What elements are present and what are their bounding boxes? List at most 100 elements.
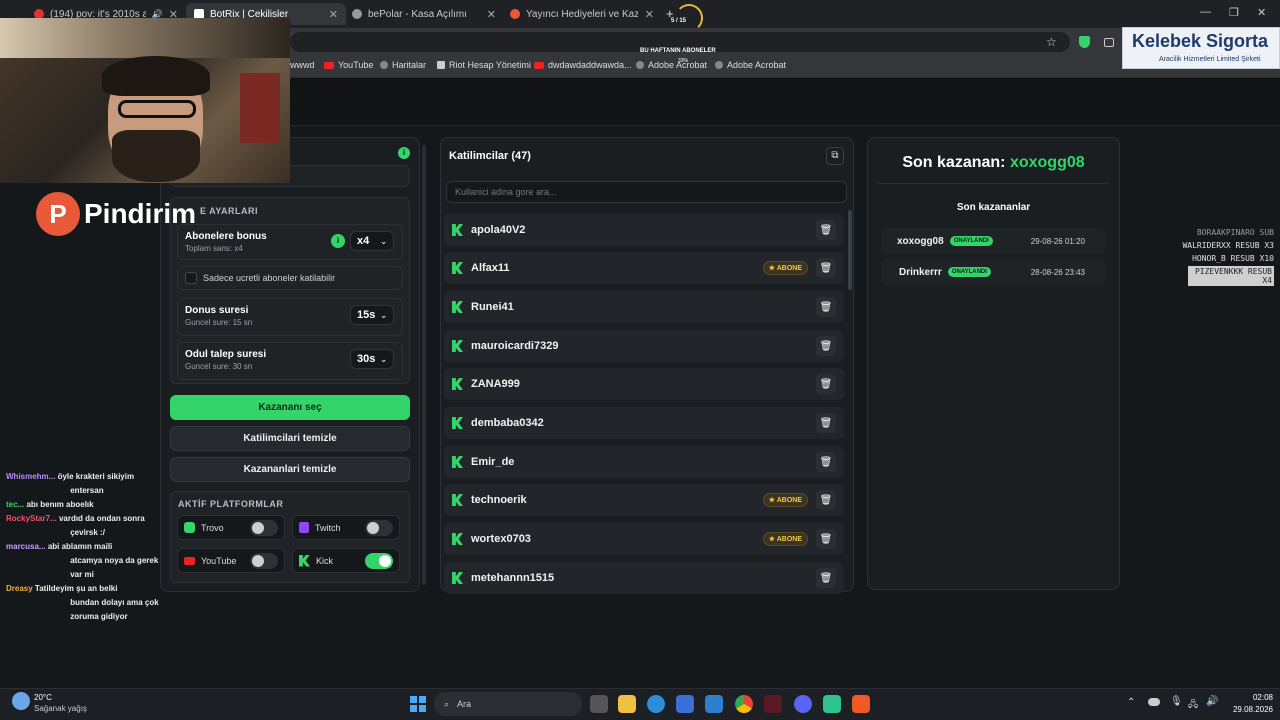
winner-row: Drinkerrr ONAYLANDI 28-08-26 23:43 — [881, 259, 1105, 285]
weather-temp: 20°C — [34, 693, 52, 702]
kick-toggle[interactable] — [365, 552, 393, 569]
cloud-icon[interactable] — [1148, 698, 1160, 706]
bookmark-label: YouTube — [338, 60, 374, 70]
clear-participants-button[interactable]: Katilimcilari temizle — [170, 426, 410, 451]
chat-username[interactable]: marcusa... — [6, 541, 46, 552]
pindirim-logo-mark: P — [36, 192, 80, 236]
pindirim-logo-text: Pindirim — [84, 198, 197, 229]
trash-icon[interactable]: 🗑 — [816, 297, 836, 317]
bookmark[interactable]: Haritalar — [380, 60, 426, 70]
file-explorer-icon[interactable] — [618, 695, 636, 713]
sponsor-title: Kelebek Sigorta — [1132, 31, 1269, 51]
bonus-select[interactable]: x4 ⌄ — [350, 231, 394, 251]
participant-row: Runei41 🗑 — [444, 291, 844, 323]
volume-icon[interactable]: 🔊 — [1206, 696, 1218, 707]
windows-start-icon[interactable] — [410, 696, 426, 712]
app-icon[interactable] — [823, 695, 841, 713]
close-icon[interactable]: ✕ — [487, 8, 496, 21]
platform-trovo[interactable]: Trovo — [177, 515, 285, 540]
chat-message: Tatildeyim şu an belki — [34, 584, 118, 593]
trash-icon[interactable]: 🗑 — [816, 336, 836, 356]
twitch-toggle[interactable] — [365, 519, 393, 536]
chat-username[interactable]: Dreasy — [6, 583, 33, 594]
youtube-icon — [534, 61, 544, 69]
app-icon[interactable] — [764, 695, 782, 713]
trash-icon[interactable]: 🗑 — [816, 258, 836, 278]
brave-icon[interactable] — [852, 695, 870, 713]
bookmark[interactable]: Riot Hesap Yönetimi — [437, 60, 531, 70]
winner-name: Drinkerrr — [899, 266, 942, 278]
chrome-icon[interactable] — [735, 695, 753, 713]
bookmark[interactable]: dwdawdaddwawda... — [534, 60, 632, 70]
kick-icon — [452, 301, 463, 313]
paid-only-checkbox[interactable] — [185, 272, 197, 284]
paid-only-label: Sadece ucretli aboneler katilabilir — [203, 273, 336, 283]
chat-username[interactable]: Whismehm... — [6, 471, 55, 482]
platform-twitch[interactable]: Twitch — [292, 515, 400, 540]
duration-select[interactable]: 15s ⌄ — [350, 305, 394, 325]
section-title: E AYARLARI — [200, 206, 259, 216]
youtube-toggle[interactable] — [250, 552, 278, 569]
star-icon[interactable]: ☆ — [1046, 35, 1057, 49]
bookmark[interactable]: wwwd — [290, 60, 315, 70]
microphone-icon[interactable]: 🎙 — [1170, 696, 1183, 707]
bookmark[interactable]: Adobe Acrobat — [715, 60, 786, 70]
trash-icon[interactable]: 🗑 — [816, 413, 836, 433]
store-icon[interactable] — [676, 695, 694, 713]
bookmark[interactable]: Adobe Acrobat — [636, 60, 707, 70]
chevron-up-icon[interactable]: ⌃ — [1127, 697, 1135, 708]
edge-icon[interactable] — [647, 695, 665, 713]
abone-label: ABONE — [776, 536, 802, 543]
kick-icon — [452, 340, 463, 352]
browser-tab[interactable]: bePolar - Kasa Açılımı ✕ — [344, 3, 504, 25]
scrollbar[interactable] — [422, 145, 426, 585]
duration-sub: Guncel sure: 15 sn — [185, 318, 253, 327]
pick-winner-button[interactable]: Kazananı seç — [170, 395, 410, 420]
participant-search-input[interactable] — [446, 181, 847, 203]
trash-icon[interactable]: 🗑 — [816, 568, 836, 588]
bookmark[interactable]: YouTube — [324, 60, 373, 70]
trash-icon[interactable]: 🗑 — [816, 220, 836, 240]
sub-alert: WALRIDERXX RESUB X3 — [1182, 241, 1274, 250]
trovo-toggle[interactable] — [250, 519, 278, 536]
browser-tab[interactable]: Yayıncı Hediyeleri ve Kazananla ✕ — [502, 3, 662, 25]
kick-icon — [299, 554, 310, 567]
platform-kick[interactable]: Kick — [292, 548, 400, 573]
discord-icon[interactable] — [794, 695, 812, 713]
trash-icon[interactable]: 🗑 — [816, 529, 836, 549]
shield-icon[interactable] — [1079, 36, 1090, 48]
window-close-icon[interactable]: ✕ — [1257, 6, 1266, 19]
close-icon[interactable]: ✕ — [329, 8, 338, 21]
trash-icon[interactable]: 🗑 — [816, 490, 836, 510]
scrollbar-thumb[interactable] — [848, 210, 852, 290]
info-icon[interactable]: i — [331, 234, 345, 248]
chat-username[interactable]: tec... — [6, 499, 24, 510]
weather-icon[interactable] — [12, 692, 30, 710]
mail-icon[interactable] — [705, 695, 723, 713]
close-icon[interactable]: ✕ — [645, 8, 654, 21]
minimize-icon[interactable]: — — [1200, 6, 1211, 18]
participant-name: technoerik — [471, 494, 527, 506]
chat-message: abi ablamın maili — [47, 542, 113, 551]
globe-icon — [380, 61, 388, 69]
trash-icon[interactable]: 🗑 — [816, 452, 836, 472]
platform-youtube[interactable]: YouTube — [177, 548, 285, 573]
claim-select[interactable]: 30s ⌄ — [350, 349, 394, 369]
extension-icon[interactable] — [1104, 38, 1114, 47]
chevron-down-icon: ⌄ — [380, 310, 387, 320]
network-icon[interactable]: 🖧 — [1188, 697, 1198, 713]
chat-username[interactable]: RockyStar7... — [6, 513, 57, 524]
maximize-icon[interactable]: ❐ — [1229, 6, 1239, 19]
task-view-icon[interactable] — [590, 695, 608, 713]
trash-icon[interactable]: 🗑 — [816, 374, 836, 394]
participant-row: dembaba0342 🗑 — [444, 407, 844, 439]
chat-message: entersan — [70, 486, 104, 495]
chevron-down-icon: ⌄ — [380, 354, 387, 364]
taskbar-search[interactable]: ⌕ Ara — [434, 692, 582, 716]
copy-icon[interactable]: ⧉ — [826, 147, 844, 165]
star-icon: ★ — [768, 265, 777, 272]
clear-winners-button[interactable]: Kazananlari temizle — [170, 457, 410, 482]
bookmark-label: dwdawdaddwawda... — [548, 60, 632, 70]
info-icon[interactable]: i — [398, 147, 410, 159]
kick-icon — [452, 378, 463, 390]
